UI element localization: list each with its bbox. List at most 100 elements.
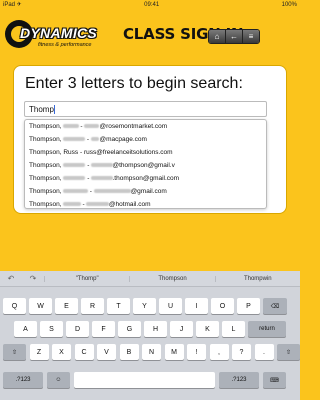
key-e[interactable]: E bbox=[55, 298, 78, 314]
key-i[interactable]: I bbox=[185, 298, 208, 314]
key-y[interactable]: Y bbox=[133, 298, 156, 314]
result-first-name: Russ bbox=[63, 149, 79, 156]
result-last-name: Thompson, bbox=[29, 201, 62, 208]
result-first-name: Jamie bbox=[63, 202, 81, 207]
result-email-prefix: jt_jamie bbox=[86, 202, 109, 207]
autocomplete-item[interactable]: Thompson, Matthew - mattyhmaley@gmail.co… bbox=[25, 185, 266, 198]
result-email-domain: @thompson@gmail.v bbox=[112, 162, 175, 169]
result-email-domain: @hotmail.com bbox=[108, 201, 151, 208]
key-d[interactable]: D bbox=[66, 321, 89, 337]
key-f[interactable]: F bbox=[92, 321, 115, 337]
emoji-key[interactable]: ☺ bbox=[47, 372, 70, 388]
key-j[interactable]: J bbox=[170, 321, 193, 337]
key-z[interactable]: Z bbox=[29, 344, 49, 360]
key-w[interactable]: W bbox=[29, 298, 52, 314]
result-last-name: Thompson, bbox=[29, 149, 62, 156]
keyboard-suggestion-bar: ↶ ↷ "Thomp" Thompson Thompwin bbox=[0, 271, 300, 287]
return-key[interactable]: return bbox=[248, 321, 286, 337]
numbers-key[interactable]: .?123 bbox=[3, 372, 43, 388]
key-q[interactable]: Q bbox=[3, 298, 26, 314]
key-p[interactable]: P bbox=[237, 298, 260, 314]
autocomplete-item[interactable]: Thompson, Kristina - km@macpage.com bbox=[25, 133, 266, 146]
hide-keyboard-key[interactable]: ⌨ bbox=[263, 372, 286, 388]
suggestion-2[interactable]: Thompson bbox=[129, 275, 214, 282]
nav-button-group: ⌂ ← ≡ bbox=[208, 29, 260, 44]
key-r[interactable]: R bbox=[81, 298, 104, 314]
key-b[interactable]: B bbox=[119, 344, 139, 360]
dynamics-logo: DYNAMICS fitness & performance bbox=[5, 19, 97, 53]
logo-tagline: fitness & performance bbox=[38, 42, 92, 48]
keyboard-row-3: ⇧ Z X C V B N M!,?. ⇧ bbox=[0, 344, 300, 360]
autocomplete-item[interactable]: Thompson, Jamie - jt_jamie@hotmail.com bbox=[25, 198, 266, 211]
numbers-key-right[interactable]: .?123 bbox=[219, 372, 259, 388]
keyboard-row-4: .?123 ☺ .?123 ⌨ bbox=[0, 372, 300, 388]
autocomplete-item[interactable]: Thompson, Molly - Molly@rosemontmarket.c… bbox=[25, 120, 266, 133]
result-email-domain: @freelanceitsolutions.com bbox=[96, 149, 173, 156]
undo-icon[interactable]: ↶ bbox=[0, 274, 22, 283]
shift-right-key[interactable]: ⇧ bbox=[277, 344, 300, 360]
key-n[interactable]: N bbox=[142, 344, 161, 360]
key-comma[interactable]: , bbox=[209, 344, 229, 360]
key-t[interactable]: T bbox=[107, 298, 130, 314]
status-left: iPad ✈ bbox=[3, 2, 22, 8]
key-m[interactable]: M bbox=[164, 344, 184, 360]
keyboard-row-2: A S D F G H J K Lreturn bbox=[0, 321, 300, 337]
key-a[interactable]: A bbox=[14, 321, 37, 337]
key-x[interactable]: X bbox=[52, 344, 71, 360]
menu-icon[interactable]: ≡ bbox=[243, 30, 259, 43]
result-email-domain: @macpage.com bbox=[99, 136, 147, 143]
suggestion-3[interactable]: Thompwin bbox=[214, 275, 300, 282]
result-email-prefix: pamela bbox=[91, 176, 113, 181]
status-bar: iPad ✈ 09:41 100% bbox=[0, 0, 300, 9]
result-email-domain: @rosemontmarket.com bbox=[99, 123, 168, 130]
result-email-prefix: mattyhmaley bbox=[93, 189, 131, 194]
backspace-key[interactable]: ⌫ bbox=[263, 298, 287, 314]
key-c[interactable]: C bbox=[74, 344, 94, 360]
text-caret bbox=[53, 105, 55, 115]
result-email-prefix: km bbox=[90, 137, 100, 142]
autocomplete-dropdown: Thompson, Molly - Molly@rosemontmarket.c… bbox=[24, 119, 267, 209]
key-k[interactable]: K bbox=[196, 321, 219, 337]
shift-left-key[interactable]: ⇧ bbox=[3, 344, 26, 360]
key-o[interactable]: O bbox=[211, 298, 234, 314]
key-question[interactable]: ? bbox=[232, 344, 251, 360]
key-l[interactable]: L bbox=[222, 321, 245, 337]
search-prompt: Enter 3 letters to begin search: bbox=[25, 75, 243, 92]
result-last-name: Thompson, bbox=[29, 188, 62, 195]
search-input[interactable]: Thomp bbox=[24, 101, 267, 117]
search-input-value: Thomp bbox=[29, 105, 54, 114]
result-email-prefix: russ bbox=[83, 149, 97, 156]
suggestion-1[interactable]: "Thomp" bbox=[44, 275, 129, 282]
status-time: 09:41 bbox=[144, 1, 160, 8]
result-first-name: Pamela bbox=[63, 163, 86, 168]
autocomplete-item[interactable]: Thompson, Pamela - pamela.thompson@gmail… bbox=[25, 172, 266, 185]
result-last-name: Thompson, bbox=[29, 136, 62, 143]
result-first-name: Molly bbox=[63, 124, 79, 129]
result-last-name: Thompson, bbox=[29, 162, 62, 169]
result-last-name: Thompson, bbox=[29, 123, 62, 130]
keyboard-row-1: Q W E R T Y U I O P ⌫ bbox=[0, 298, 300, 314]
space-key[interactable] bbox=[74, 372, 215, 388]
key-s[interactable]: S bbox=[40, 321, 63, 337]
autocomplete-item[interactable]: Thompson, Russ - russ@freelanceitsolutio… bbox=[25, 146, 266, 159]
result-last-name: Thompson, bbox=[29, 175, 62, 182]
key-u[interactable]: U bbox=[159, 298, 182, 314]
autocomplete-item[interactable]: Thompson, Pamela - pamela@thompson@gmail… bbox=[25, 159, 266, 172]
key-period[interactable]: . bbox=[254, 344, 274, 360]
key-g[interactable]: G bbox=[118, 321, 141, 337]
result-email-domain: .thompson@gmail.com bbox=[112, 175, 180, 182]
key-v[interactable]: V bbox=[97, 344, 116, 360]
home-icon[interactable]: ⌂ bbox=[209, 30, 226, 43]
key-h[interactable]: H bbox=[144, 321, 167, 337]
result-email-prefix: Molly bbox=[84, 124, 100, 129]
result-first-name: Kristina bbox=[63, 137, 86, 142]
key-exclaim[interactable]: ! bbox=[187, 344, 206, 360]
redo-icon[interactable]: ↷ bbox=[22, 274, 44, 283]
result-email-domain: @gmail.com bbox=[130, 188, 167, 195]
status-battery: 100% bbox=[281, 1, 297, 8]
result-first-name: Pamela bbox=[63, 176, 86, 181]
onscreen-keyboard: ↶ ↷ "Thomp" Thompson Thompwin QWERTYUIOP… bbox=[0, 271, 300, 400]
back-arrow-icon[interactable]: ← bbox=[226, 30, 243, 43]
search-card: Enter 3 letters to begin search: Thomp T… bbox=[13, 65, 287, 214]
logo-name: DYNAMICS bbox=[20, 25, 98, 41]
